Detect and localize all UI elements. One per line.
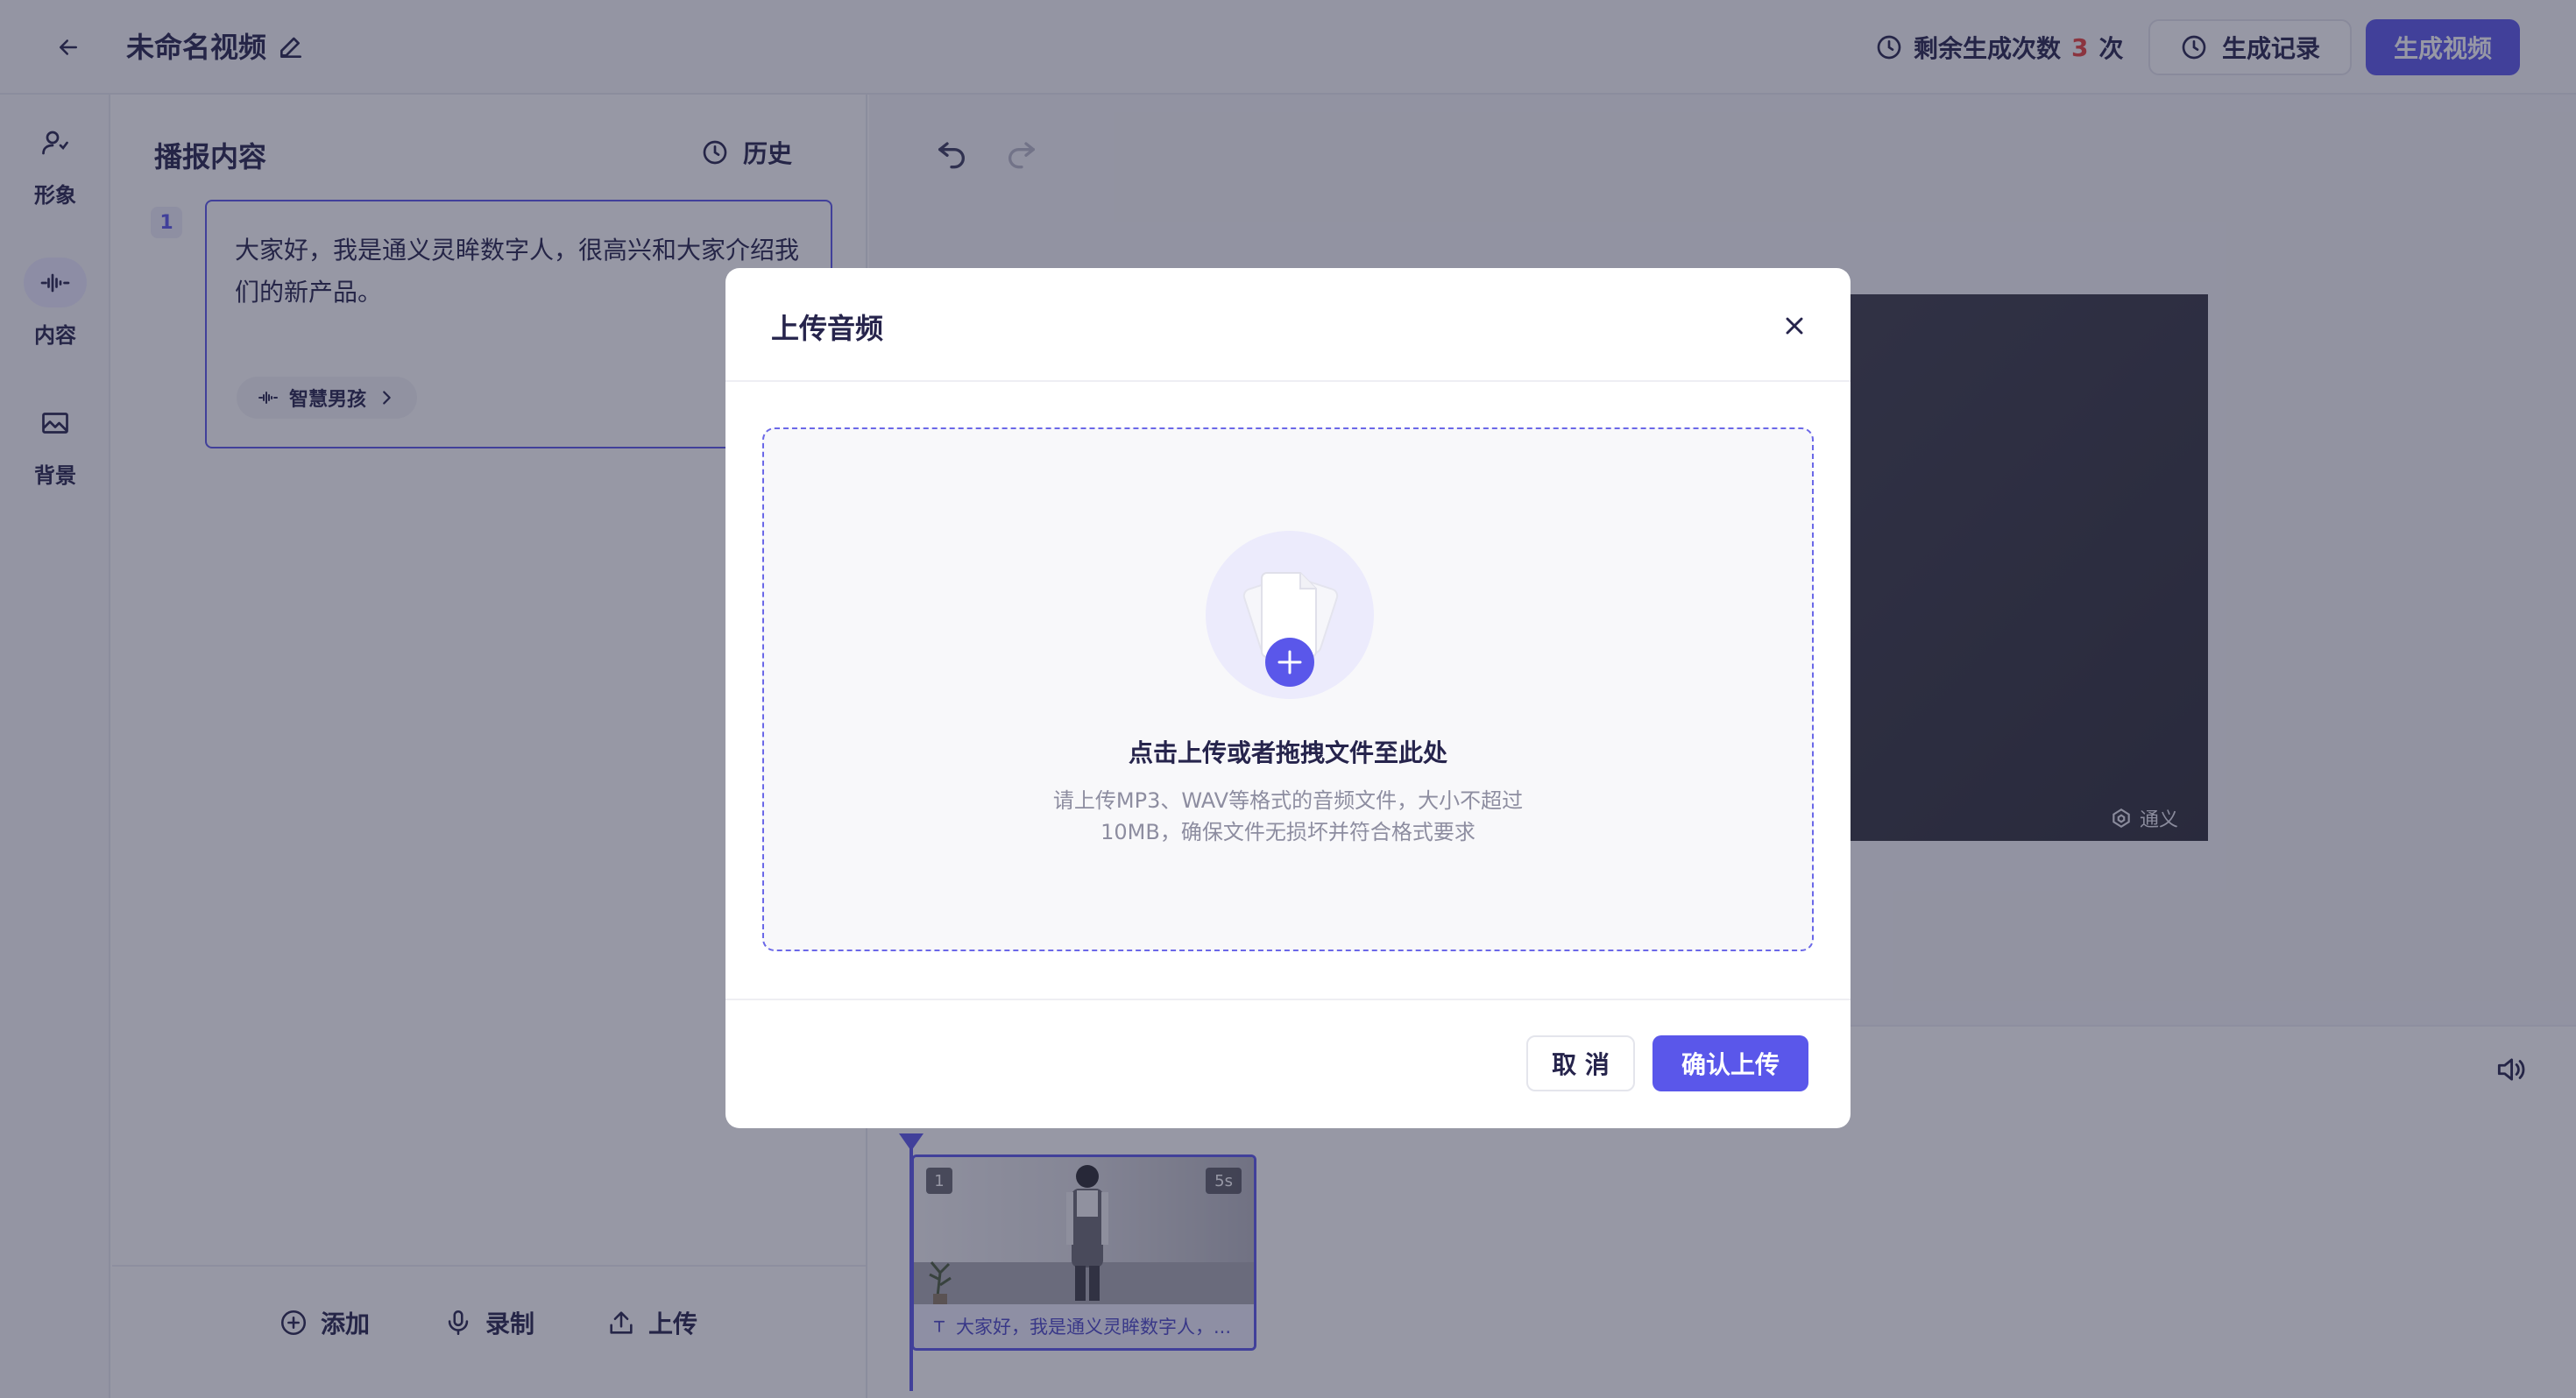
dialog-header: 上传音频	[725, 268, 1851, 382]
file-upload-icon	[1206, 531, 1374, 699]
confirm-upload-button[interactable]: 确认上传	[1652, 1035, 1808, 1091]
dialog-footer: 取 消 确认上传	[725, 999, 1851, 1128]
dropzone-hint: 请上传MP3、WAV等格式的音频文件，大小不超过10MB，确保文件无损坏并符合格…	[1052, 788, 1524, 844]
dialog-title: 上传音频	[771, 312, 884, 345]
close-button[interactable]	[1775, 307, 1814, 345]
app-root: 未命名视频 剩余生成次数 3 次 生成记录 生成视频 形象 内容 背景 播报内容…	[0, 0, 2576, 1398]
close-icon	[1786, 317, 1803, 335]
upload-audio-dialog: 上传音频 点击上传或者拖拽文件至此处 请上传MP3、WAV等格式的音频文件，大小…	[725, 268, 1851, 1128]
cancel-button[interactable]: 取 消	[1526, 1035, 1635, 1091]
dropzone-title: 点击上传或者拖拽文件至此处	[1128, 738, 1447, 767]
audio-dropzone[interactable]: 点击上传或者拖拽文件至此处 请上传MP3、WAV等格式的音频文件，大小不超过10…	[762, 427, 1814, 951]
